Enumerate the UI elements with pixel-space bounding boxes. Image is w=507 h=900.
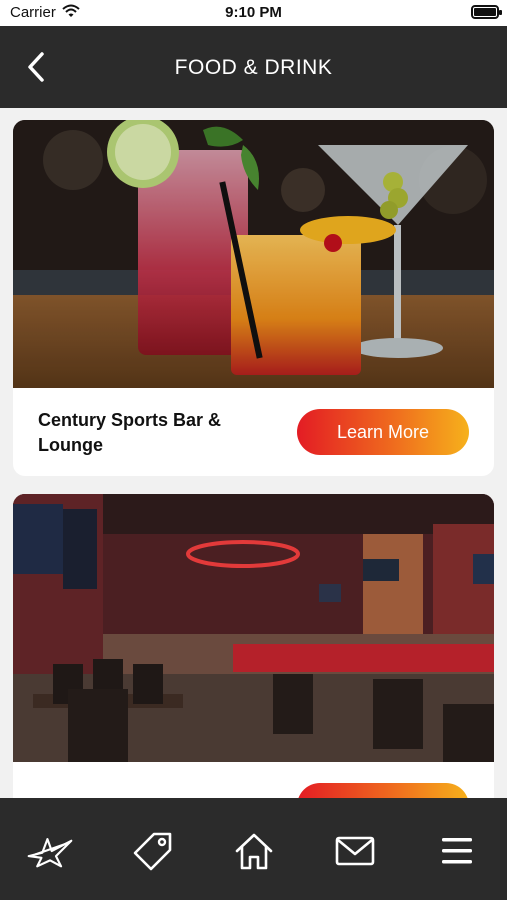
learn-more-button[interactable] (297, 783, 469, 798)
battery-icon (471, 5, 502, 19)
mail-icon (335, 836, 375, 866)
tab-bar (0, 798, 507, 900)
clock-time: 9:10 PM (225, 4, 282, 21)
tab-messages[interactable] (332, 828, 378, 874)
venue-list[interactable]: Century Sports Bar & Lounge Learn More (0, 108, 507, 798)
learn-more-button[interactable]: Learn More (297, 409, 469, 455)
venue-card-footer (13, 762, 494, 798)
page-title: FOOD & DRINK (174, 56, 333, 79)
venue-card (13, 494, 494, 798)
star-logo-icon (27, 838, 73, 868)
bar-interior-photo (13, 494, 494, 762)
menu-icon (442, 838, 472, 864)
cocktail-drinks-photo (13, 120, 494, 388)
venue-card-footer: Century Sports Bar & Lounge Learn More (13, 388, 494, 476)
home-icon (235, 833, 273, 870)
tab-home-logo[interactable] (27, 828, 73, 874)
tab-offers[interactable] (130, 828, 176, 874)
tag-icon (133, 832, 172, 871)
venue-card: Century Sports Bar & Lounge Learn More (13, 120, 494, 476)
tab-home[interactable] (231, 828, 277, 874)
status-bar: Carrier 9:10 PM (0, 0, 507, 26)
nav-header: FOOD & DRINK (0, 26, 507, 108)
venue-name: Century Sports Bar & Lounge (38, 410, 222, 455)
tab-menu[interactable] (434, 828, 480, 874)
